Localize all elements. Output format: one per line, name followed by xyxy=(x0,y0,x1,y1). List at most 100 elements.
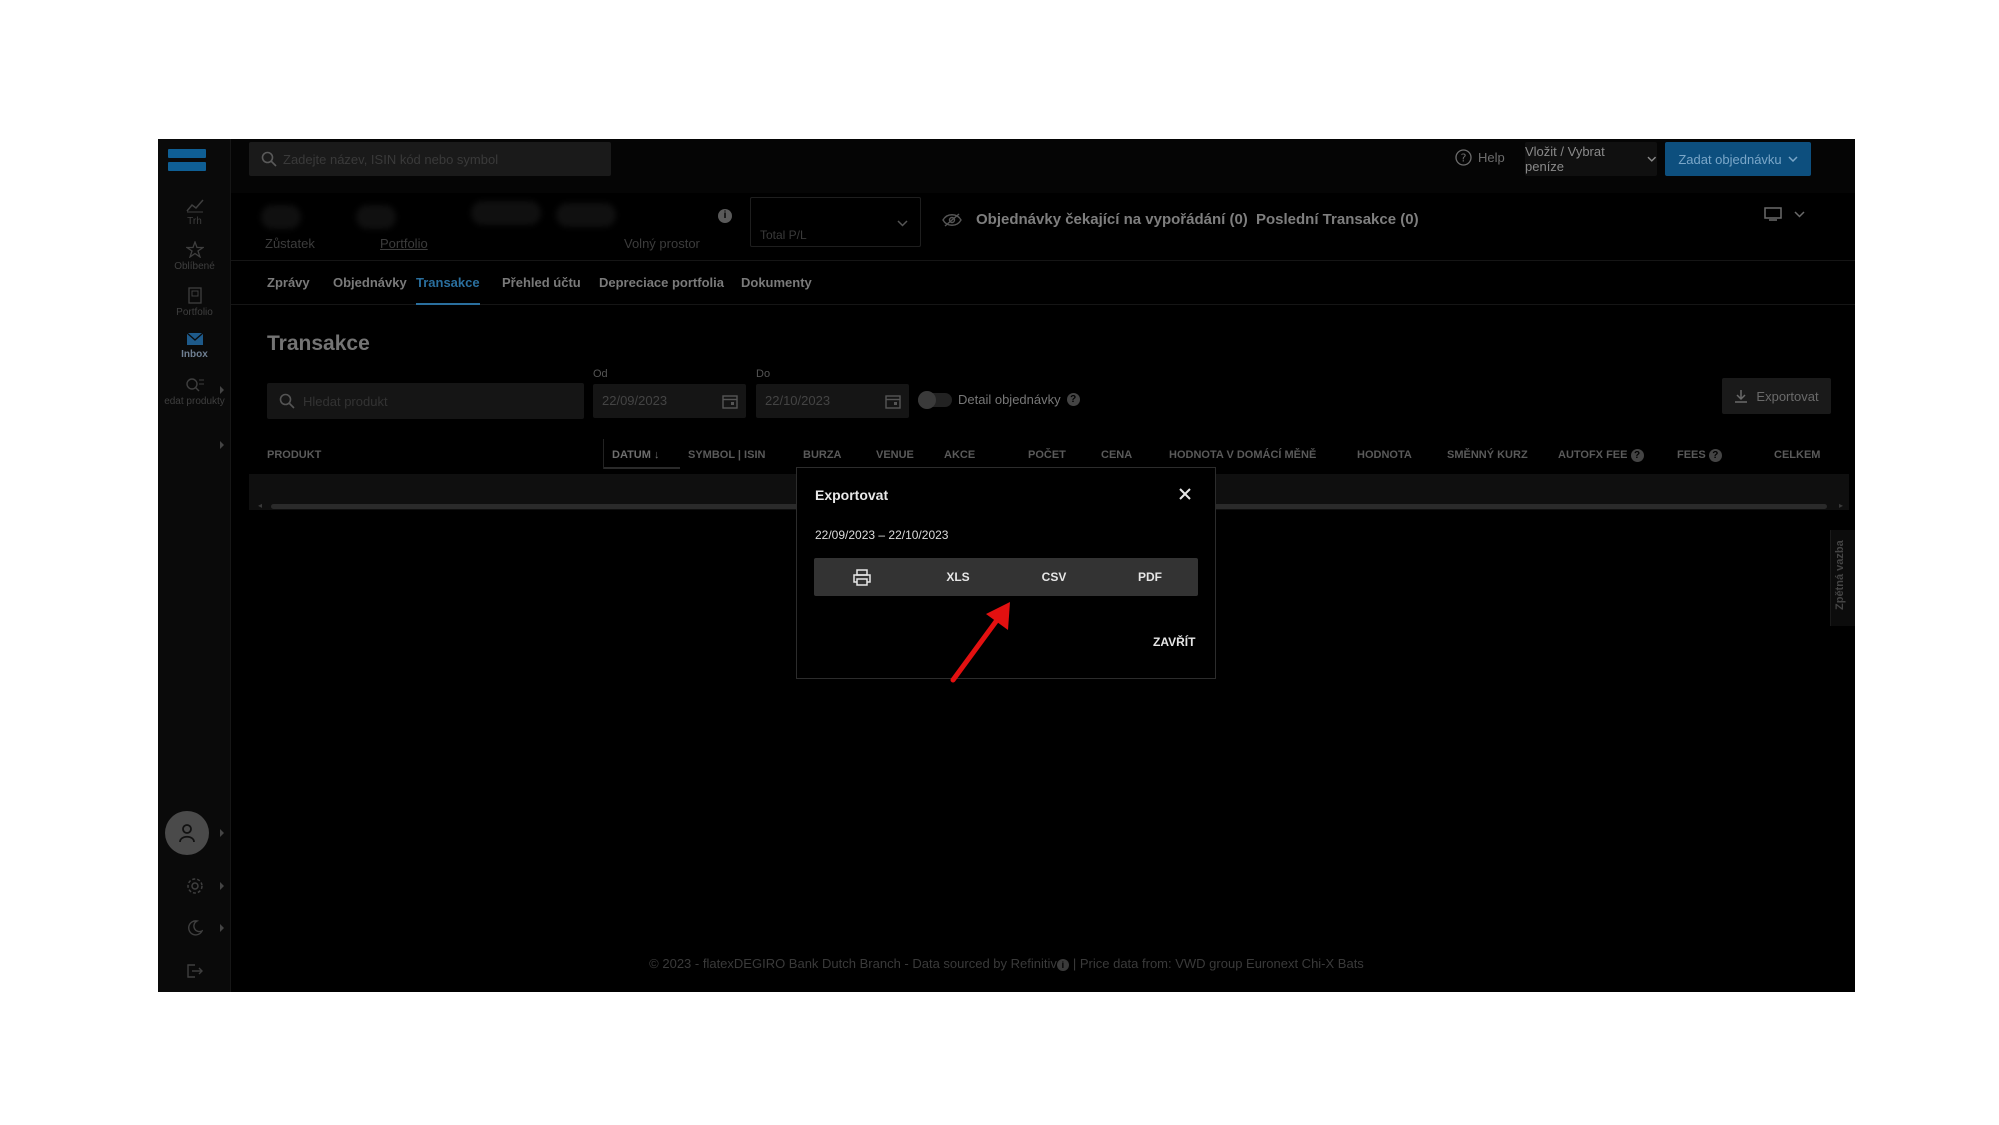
sidebar-item-trh[interactable]: Trh xyxy=(158,197,231,227)
tab-transakce[interactable]: Transakce xyxy=(416,275,480,305)
to-date-input[interactable]: 22/10/2023 xyxy=(756,384,909,418)
to-date-label: Do xyxy=(756,368,771,380)
export-xls-button[interactable]: XLS xyxy=(910,558,1006,596)
tab-depreciace-portfolia[interactable]: Depreciace portfolia xyxy=(599,275,724,290)
tab-objednavky[interactable]: Objednávky xyxy=(333,275,407,290)
calendar-icon[interactable] xyxy=(885,393,901,409)
export-label: Exportovat xyxy=(1756,388,1819,404)
order-detail-toggle[interactable] xyxy=(918,391,952,409)
portfolio-link[interactable]: Portfolio xyxy=(380,236,428,251)
tab-dokumenty[interactable]: Dokumenty xyxy=(741,275,812,290)
sidebar-item-label: Portfolio xyxy=(176,307,213,318)
calendar-icon[interactable] xyxy=(722,393,738,409)
print-button[interactable] xyxy=(814,558,910,596)
search-placeholder: Zadejte název, ISIN kód nebo symbol xyxy=(283,151,499,167)
dialog-date-range: 22/09/2023 – 22/10/2023 xyxy=(815,528,949,542)
portfolio-icon xyxy=(187,287,202,304)
export-button[interactable]: Exportovat xyxy=(1722,378,1831,414)
chart-icon xyxy=(185,199,204,213)
eye-off-icon[interactable] xyxy=(942,213,962,227)
column-header-datum[interactable]: DATUM ↓ xyxy=(612,449,659,461)
balance-value-blurred xyxy=(261,205,301,229)
column-header-produkt[interactable]: PRODUKT xyxy=(267,449,321,461)
search-icon xyxy=(279,393,295,409)
help-icon[interactable]: ? xyxy=(1630,449,1644,462)
info-icon[interactable]: i xyxy=(718,209,732,223)
export-format-group: XLS CSV PDF xyxy=(814,558,1198,596)
sidebar-item-label: edat produkty xyxy=(164,396,225,407)
export-pdf-button[interactable]: PDF xyxy=(1102,558,1198,596)
sidebar-item-inbox[interactable]: Inbox xyxy=(158,332,231,360)
export-csv-button[interactable]: CSV xyxy=(1006,558,1102,596)
column-header-burza[interactable]: BURZA xyxy=(803,449,842,461)
tab-prehled-uctu[interactable]: Přehled účtu xyxy=(502,275,581,290)
layout-switcher[interactable] xyxy=(1764,207,1805,221)
column-header-hodnota-domaci[interactable]: HODNOTA V DOMÁCÍ MĚNĚ xyxy=(1169,449,1316,461)
total-pl-dropdown[interactable]: Total P/L xyxy=(750,197,921,247)
top-bar: Zadejte název, ISIN kód nebo symbol ? He… xyxy=(231,139,1855,193)
sidebar: Trh Oblíbené Portfolio Inbox edat produk… xyxy=(158,139,231,992)
column-header-venue[interactable]: VENUE xyxy=(876,449,914,461)
feedback-tab[interactable]: Zpětná vazba xyxy=(1830,530,1855,626)
chevron-right-icon[interactable] xyxy=(218,882,226,890)
deposit-withdraw-button[interactable]: Vložit / Vybrat peníze xyxy=(1525,142,1657,176)
column-header-smenny-kurz[interactable]: SMĚNNÝ KURZ xyxy=(1447,449,1528,461)
avatar[interactable] xyxy=(165,811,209,855)
chevron-down-icon xyxy=(1647,156,1657,162)
place-order-label: Zadat objednávku xyxy=(1678,151,1782,167)
chevron-right-icon[interactable] xyxy=(218,924,226,932)
scroll-right-icon[interactable]: ▸ xyxy=(1839,501,1843,510)
tab-zpravy[interactable]: Zprávy xyxy=(267,275,310,290)
global-search-input[interactable]: Zadejte název, ISIN kód nebo symbol xyxy=(249,142,611,176)
column-header-fees[interactable]: FEES ? xyxy=(1677,449,1722,462)
deposit-withdraw-label: Vložit / Vybrat peníze xyxy=(1525,144,1605,174)
user-icon xyxy=(179,824,195,843)
sort-arrow-down-icon: ↓ xyxy=(653,449,660,461)
monitor-icon xyxy=(1764,207,1782,221)
sidebar-item-hledat-produkty[interactable]: edat produkty xyxy=(158,377,231,407)
help-icon[interactable]: ? xyxy=(1708,449,1722,462)
close-icon[interactable] xyxy=(1178,487,1192,501)
page-title: Transakce xyxy=(267,332,370,355)
help-icon[interactable]: ? xyxy=(1066,393,1080,406)
info-icon[interactable]: i xyxy=(1056,958,1069,971)
free-space-label: Volný prostor xyxy=(624,236,700,251)
sidebar-item-label: Inbox xyxy=(181,349,208,360)
footer-copyright: © 2023 - flatexDEGIRO Bank Dutch Branch … xyxy=(649,956,1057,971)
scroll-left-icon[interactable]: ◂ xyxy=(258,501,262,510)
column-header-hodnota[interactable]: HODNOTA xyxy=(1357,449,1412,461)
dialog-title: Exportovat xyxy=(815,487,889,503)
place-order-button[interactable]: Zadat objednávku xyxy=(1665,142,1811,176)
account-summary: Zůstatek Portfolio Volný prostor i Total… xyxy=(231,193,1855,261)
dialog-close-button[interactable]: ZAVŘÍT xyxy=(1153,635,1195,649)
column-header-celkem[interactable]: CELKEM xyxy=(1774,449,1820,461)
annotation-arrow-icon xyxy=(950,602,1010,683)
column-header-symbol-isin[interactable]: SYMBOL | ISIN xyxy=(688,449,765,461)
help-label: Help xyxy=(1478,150,1505,165)
chevron-right-icon[interactable] xyxy=(218,441,226,449)
help-link[interactable]: ? Help xyxy=(1455,149,1505,166)
last-transactions-link[interactable]: Poslední Transakce (0) xyxy=(1256,211,1419,228)
portfolio-value-blurred xyxy=(356,205,396,229)
column-header-pocet[interactable]: POČET xyxy=(1028,449,1066,461)
column-header-autofx-fee[interactable]: AUTOFX FEE ? xyxy=(1558,449,1644,462)
chevron-down-icon xyxy=(1788,156,1798,162)
from-date-input[interactable]: 22/09/2023 xyxy=(593,384,746,418)
sidebar-item-portfolio[interactable]: Portfolio xyxy=(158,287,231,318)
download-icon xyxy=(1735,390,1748,403)
column-header-datum-label: DATUM xyxy=(612,449,651,461)
chevron-right-icon[interactable] xyxy=(218,829,226,837)
sidebar-item-oblibene[interactable]: Oblíbené xyxy=(158,241,231,272)
column-header-akce[interactable]: AKCE xyxy=(944,449,975,461)
column-divider xyxy=(603,439,604,469)
help-icon: ? xyxy=(1455,149,1472,166)
logo-icon[interactable] xyxy=(168,149,206,173)
sort-indicator xyxy=(604,467,680,469)
star-icon xyxy=(185,241,204,258)
product-search-placeholder: Hledat produkt xyxy=(303,393,388,409)
footer-price-data: | Price data from: VWD group Euronext Ch… xyxy=(1072,956,1364,971)
pending-orders-link[interactable]: Objednávky čekající na vypořádání (0) xyxy=(976,211,1248,228)
column-header-cena[interactable]: CENA xyxy=(1101,449,1132,461)
from-date-value: 22/09/2023 xyxy=(602,393,668,408)
product-search-input[interactable]: Hledat produkt xyxy=(267,383,584,419)
